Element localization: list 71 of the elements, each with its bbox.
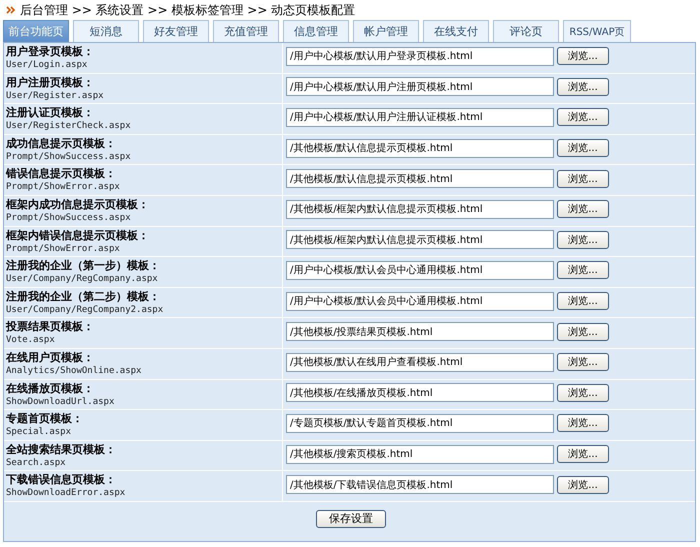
page-path: ShowDownloadError.aspx [6, 487, 126, 500]
template-path-field[interactable]: /用户中心模板/默认用户注册页模板.html [286, 77, 554, 96]
template-label: 注册我的企业（第二步）模板： [6, 290, 161, 304]
breadcrumb: 后台管理 >> 系统设置 >> 模板标签管理 >> 动态页模板配置 [20, 2, 356, 18]
template-path-field[interactable]: /其他模板/框架内默认信息提示页模板.html [286, 200, 554, 219]
browse-button[interactable]: 浏览... [557, 170, 609, 188]
template-label: 框架内成功信息提示页模板： [6, 198, 150, 212]
page-path: User/Login.aspx [6, 59, 88, 71]
browse-button[interactable]: 浏览... [557, 353, 609, 372]
template-label: 注册我的企业（第一步）模板： [6, 259, 161, 274]
browse-button[interactable]: 浏览... [557, 292, 609, 310]
template-path-field[interactable]: /其他模板/在线播放页模板.html [286, 383, 554, 402]
tab[interactable]: 信息管理 [283, 20, 349, 42]
template-label: 框架内错误信息提示页模板： [6, 228, 150, 243]
template-path-field[interactable]: /其他模板/默认信息提示页模板.html [286, 138, 554, 158]
tab[interactable]: 好友管理 [143, 20, 209, 42]
double-chevron-icon [6, 6, 16, 14]
template-label: 在线用户页模板： [6, 350, 95, 365]
template-path-field[interactable]: /其他模板/框架内默认信息提示页模板.html [286, 230, 554, 250]
template-path-field[interactable]: /用户中心模板/默认会员中心通用模板.html [286, 292, 554, 311]
template-path-field[interactable]: /用户中心模板/默认用户注册认证模板.html [286, 108, 554, 127]
tab[interactable]: 充值管理 [213, 20, 279, 42]
template-label: 错误信息提示页模板： [6, 167, 117, 182]
browse-button[interactable]: 浏览... [557, 108, 609, 126]
browse-button[interactable]: 浏览... [557, 78, 609, 96]
template-label: 投票结果页模板： [6, 320, 95, 334]
template-label: 下载错误信息页模板： [6, 473, 117, 488]
browse-button[interactable]: 浏览... [557, 47, 609, 66]
template-path-field[interactable]: /其他模板/搜索页模板.html [286, 444, 554, 464]
template-path-field[interactable]: /用户中心模板/默认会员中心通用模板.html [286, 260, 554, 280]
template-label: 注册认证页模板： [6, 106, 95, 120]
tab[interactable]: 在线支付 [423, 20, 489, 42]
template-path-field[interactable]: /其他模板/投票结果页模板.html [286, 322, 554, 342]
page-path: Special.aspx [6, 426, 72, 438]
template-label: 专题首页模板： [6, 412, 84, 426]
template-path-field[interactable]: /用户中心模板/默认用户登录页模板.html [286, 46, 554, 66]
page-path: Analytics/ShowOnline.aspx [6, 364, 142, 377]
browse-button[interactable]: 浏览... [557, 445, 609, 464]
browse-button[interactable]: 浏览... [557, 322, 609, 341]
browse-button[interactable]: 浏览... [557, 476, 609, 494]
tab[interactable]: 短消息 [73, 20, 139, 42]
browse-button[interactable]: 浏览... [557, 230, 609, 249]
page-path: Vote.aspx [6, 334, 56, 346]
browse-button[interactable]: 浏览... [557, 200, 609, 218]
save-button[interactable]: 保存设置 [316, 510, 386, 528]
browse-button[interactable]: 浏览... [557, 384, 609, 402]
page-path: Prompt/ShowSuccess.aspx [6, 150, 132, 163]
browse-button[interactable]: 浏览... [557, 261, 609, 280]
template-path-field[interactable]: /专题页模板/默认专题首页模板.html [286, 414, 554, 433]
template-label: 在线播放页模板： [6, 382, 95, 396]
page-path: Prompt/ShowSuccess.aspx [6, 212, 132, 224]
template-label: 用户注册页模板： [6, 76, 95, 90]
template-label: 用户登录页模板： [6, 45, 95, 59]
browse-button[interactable]: 浏览... [557, 414, 609, 432]
page-path: User/Company/RegCompany.aspx [6, 273, 159, 286]
tab[interactable]: RSS/WAP页 [563, 20, 631, 42]
page-path: User/Company/RegCompany2.aspx [6, 304, 164, 316]
page-path: User/Register.aspx [6, 90, 105, 102]
browse-button[interactable]: 浏览... [557, 139, 609, 158]
template-path-field[interactable]: /其他模板/默认信息提示页模板.html [286, 169, 554, 188]
tab[interactable]: 帐户管理 [353, 20, 419, 42]
page-path: ShowDownloadUrl.aspx [6, 396, 116, 408]
template-path-field[interactable]: /其他模板/下载错误信息页模板.html [286, 475, 554, 494]
template-path-field[interactable]: /其他模板/默认在线用户查看模板.html [286, 352, 554, 372]
page-path: Prompt/ShowError.aspx [6, 242, 121, 255]
page-path: Search.aspx [6, 456, 67, 469]
page-path: User/RegisterCheck.aspx [6, 120, 132, 132]
tab[interactable]: 评论页 [493, 20, 559, 42]
template-label: 成功信息提示页模板： [6, 136, 117, 151]
template-label: 全站搜索结果页模板： [6, 442, 117, 457]
page-path: Prompt/ShowError.aspx [6, 181, 121, 194]
